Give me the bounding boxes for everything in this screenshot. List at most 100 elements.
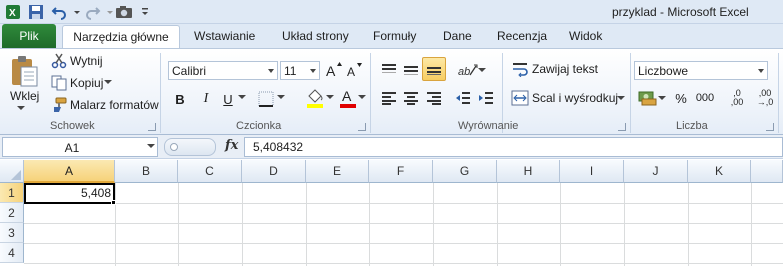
decrease-decimal-button[interactable]: ,00 →,0 [754,87,776,109]
paste-icon[interactable] [8,55,40,87]
wrap-text-icon[interactable] [511,60,529,78]
accounting-dropdown-icon[interactable] [658,95,666,103]
clipboard-launcher-icon[interactable] [148,123,156,131]
tab-file[interactable]: Plik [2,24,56,48]
cell-a1[interactable]: 5,408 [24,183,115,204]
tab-page-layout[interactable]: Układ strony [282,29,349,43]
chevron-down-icon [268,69,274,73]
merge-center-dropdown-icon[interactable] [617,95,625,103]
decrease-font-size-icon[interactable]: A [346,61,364,79]
cut-button[interactable]: Wytnij [70,54,103,68]
column-header-i[interactable]: I [560,160,624,183]
borders-dropdown-icon[interactable] [277,94,285,102]
save-icon[interactable] [27,3,45,21]
column-header-e[interactable]: E [306,160,369,183]
tab-data[interactable]: Dane [443,29,472,43]
tab-insert[interactable]: Wstawianie [194,29,255,43]
undo-icon[interactable] [50,3,68,21]
fill-handle[interactable] [111,200,116,205]
column-header-j[interactable]: J [624,160,688,183]
percent-style-button[interactable]: % [672,89,690,107]
row-header-1[interactable]: 1 [0,183,24,203]
paste-button[interactable]: Wklej [10,89,39,103]
align-left-icon[interactable] [380,89,398,107]
insert-function-icon[interactable]: fx [225,138,238,153]
underline-dropdown-icon[interactable] [238,94,246,102]
row-header-3[interactable]: 3 [0,223,24,243]
font-color-icon[interactable]: A [338,87,358,109]
window-title: przyklad - Microsoft Excel [612,5,749,19]
column-header-d[interactable]: D [242,160,306,183]
copy-button[interactable]: Kopiuj [70,76,103,90]
worksheet-grid[interactable]: A B C D E F G H I J K 1 2 3 4 5,408 [0,160,783,266]
fill-color-dropdown-icon[interactable] [326,94,334,102]
align-bottom-icon[interactable] [422,57,446,81]
font-size-select[interactable]: 11 [280,61,320,80]
customize-qat-icon[interactable] [136,3,154,21]
fill-color-icon[interactable] [305,87,325,109]
italic-button[interactable]: I [196,89,216,109]
tab-formulas[interactable]: Formuły [373,29,416,43]
borders-icon[interactable] [256,89,276,109]
number-launcher-icon[interactable] [766,123,774,131]
wrap-text-button[interactable]: Zawijaj tekst [532,62,598,76]
number-format-select[interactable]: Liczbowe [634,61,768,80]
font-name-select[interactable]: Calibri [168,61,278,80]
increase-decimal-button[interactable]: ,0 ,00 [728,87,746,109]
merge-center-button[interactable]: Scal i wyśrodkuj [532,91,618,105]
number-group-label: Liczba [676,120,708,132]
align-right-icon[interactable] [425,89,443,107]
gridline [433,183,434,266]
column-header-partial[interactable] [751,160,783,183]
paste-dropdown-icon[interactable] [16,105,26,113]
select-all-corner[interactable] [0,160,24,183]
copy-icon[interactable] [51,75,67,91]
camera-icon[interactable] [115,3,133,21]
tab-review[interactable]: Recenzja [497,29,547,43]
underline-button[interactable]: U [218,89,238,109]
name-box[interactable]: A1 [2,137,158,157]
font-color-dropdown-icon[interactable] [358,94,366,102]
format-painter-button[interactable]: Malarz formatów [70,98,159,112]
gridline [24,263,783,264]
group-separator [630,53,631,133]
cut-icon[interactable] [51,53,67,69]
merge-center-icon[interactable] [511,89,529,107]
column-header-k[interactable]: K [688,160,751,183]
redo-icon[interactable] [84,3,102,21]
row-header-4[interactable]: 4 [0,243,24,263]
row-header-2[interactable]: 2 [0,203,24,223]
format-painter-icon[interactable] [51,97,67,113]
name-box-dropdown-icon[interactable] [147,144,155,150]
align-center-icon[interactable] [402,89,420,107]
font-launcher-icon[interactable] [358,123,366,131]
name-box-value: A1 [64,141,80,155]
formula-bar-splitter[interactable] [164,138,216,156]
column-header-c[interactable]: C [178,160,242,183]
orientation-icon[interactable]: ab [458,61,478,79]
column-header-g[interactable]: G [433,160,497,183]
increase-font-size-icon[interactable]: A [325,61,343,79]
increase-indent-icon[interactable] [477,89,495,107]
column-header-a[interactable]: A [24,160,115,183]
excel-logo-icon[interactable]: X [4,3,22,21]
accounting-format-icon[interactable] [638,89,658,107]
column-header-f[interactable]: F [369,160,433,183]
orientation-dropdown-icon[interactable] [478,67,486,75]
svg-text:A: A [326,63,336,79]
copy-dropdown-icon[interactable] [104,79,112,87]
formula-input[interactable]: 5,408432 [244,137,783,157]
align-middle-icon[interactable] [402,61,420,79]
gridline [178,183,179,266]
tab-view[interactable]: Widok [569,29,602,43]
chevron-down-icon [758,69,764,73]
group-separator [160,53,161,133]
column-header-b[interactable]: B [115,160,178,183]
decrease-indent-icon[interactable] [454,89,472,107]
bold-button[interactable]: B [170,89,190,109]
comma-style-button[interactable]: 000 [694,89,716,107]
alignment-launcher-icon[interactable] [618,123,626,131]
tab-home[interactable]: Narzędzia główne [62,25,180,49]
align-top-icon[interactable] [380,61,398,79]
column-header-h[interactable]: H [497,160,560,183]
